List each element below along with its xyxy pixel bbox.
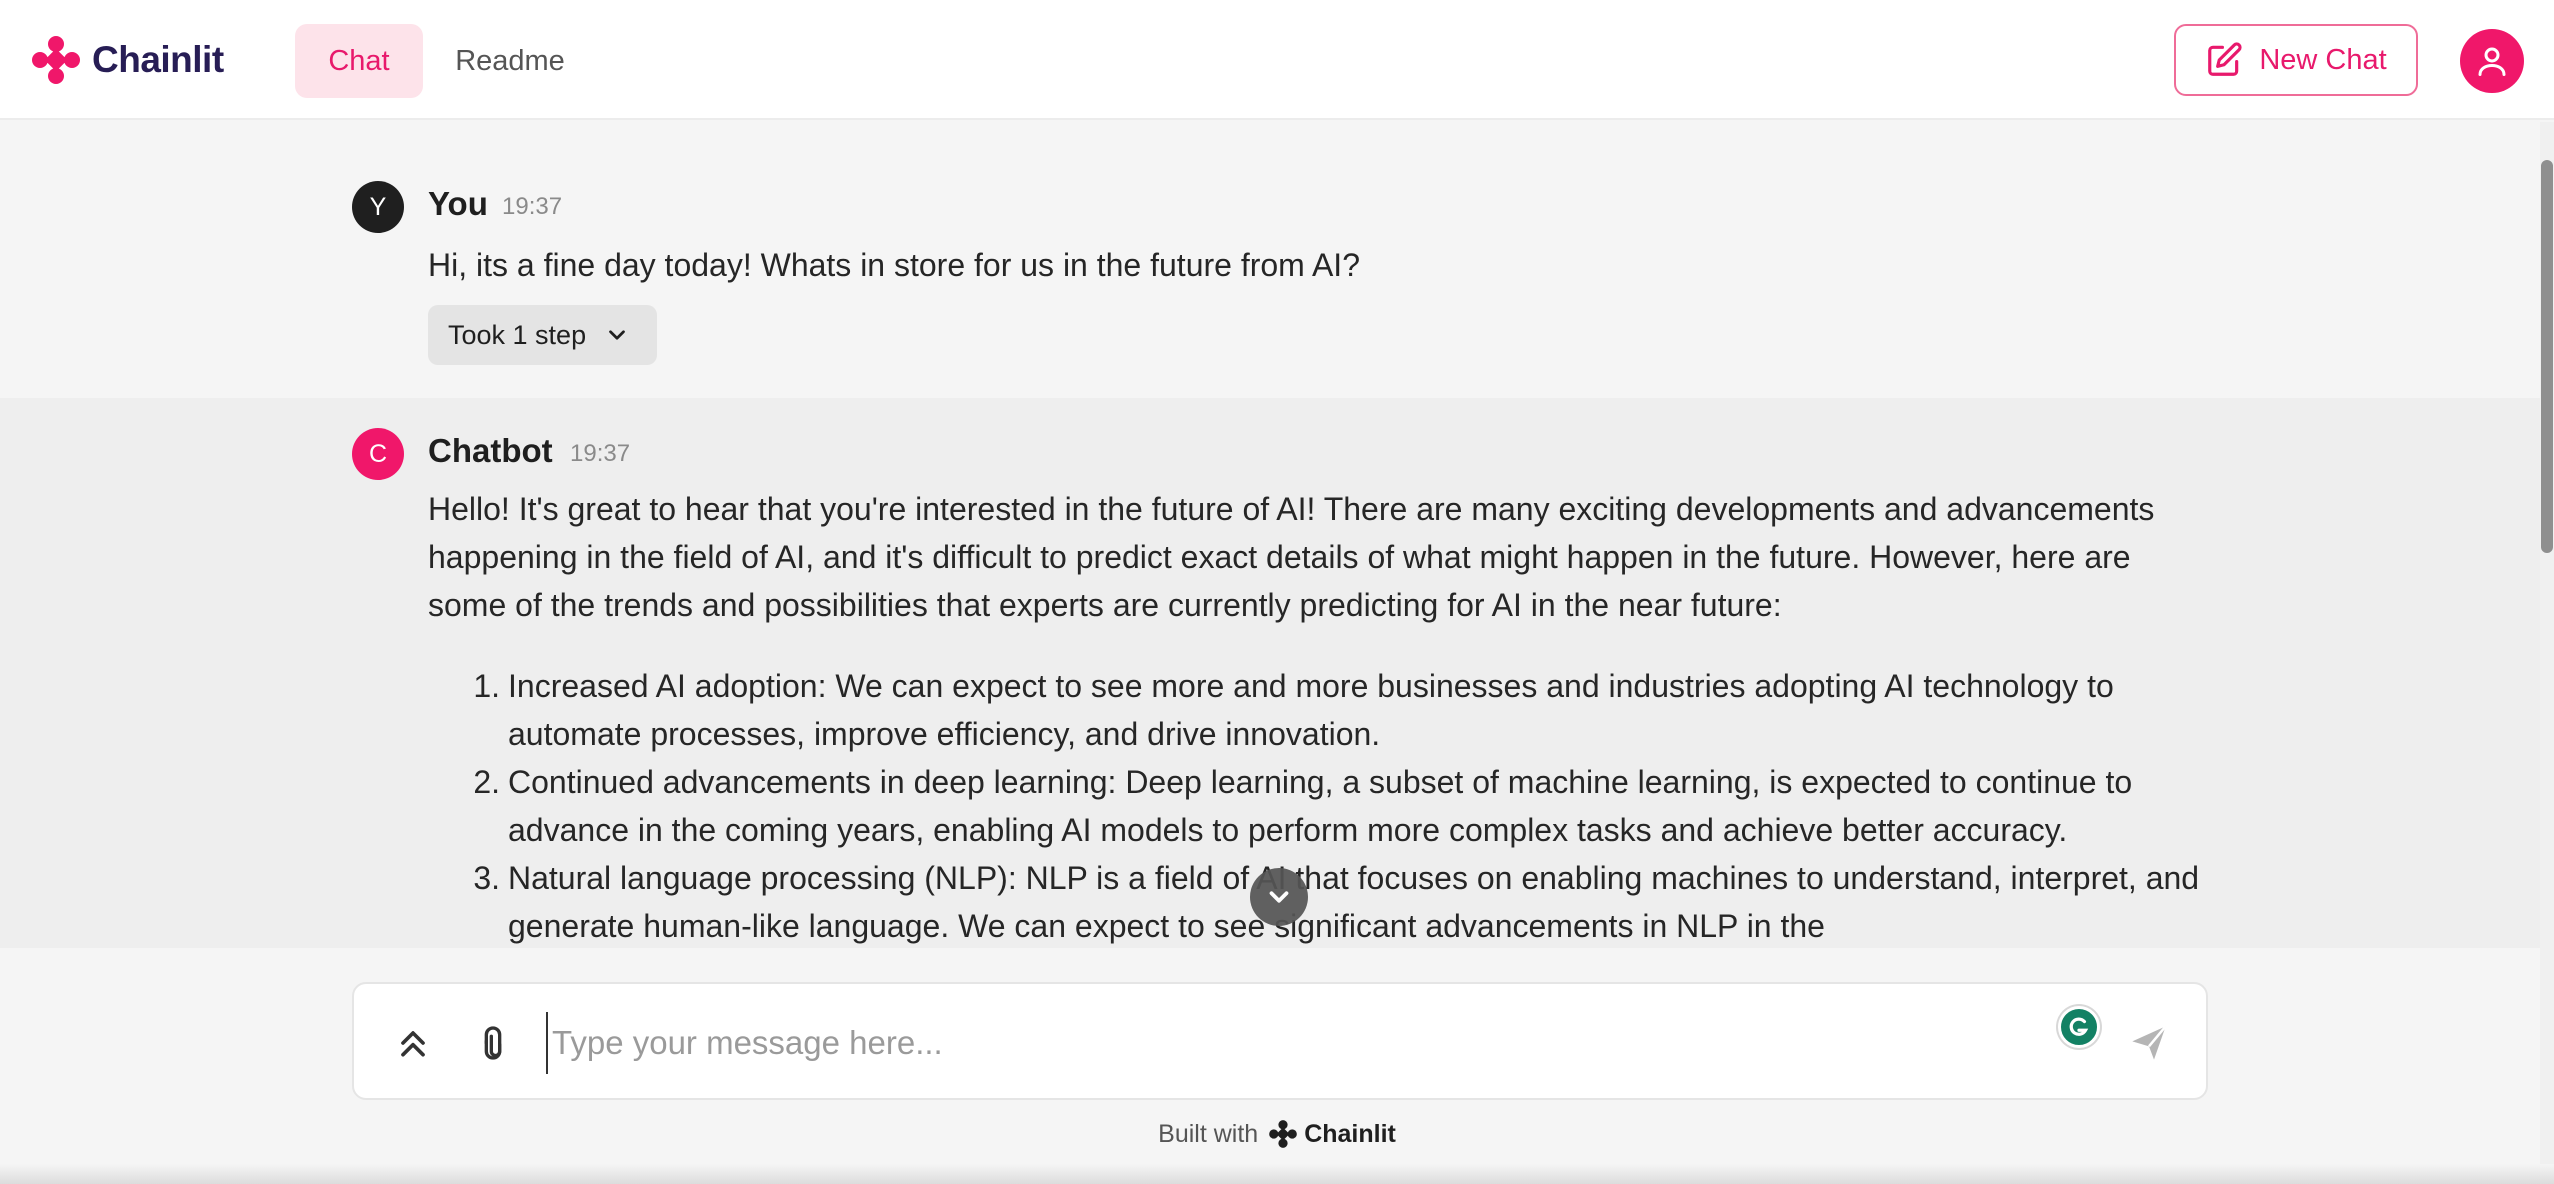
history-button[interactable]	[390, 1020, 436, 1066]
message-paragraph: Hello! It's great to hear that you're in…	[428, 491, 2155, 623]
send-icon	[2132, 1025, 2167, 1060]
message-input[interactable]	[546, 1012, 2026, 1074]
logo-text: Chainlit	[92, 39, 224, 80]
message-time: 19:37	[570, 440, 631, 467]
chevron-down-icon	[609, 330, 625, 340]
list-item: 2. Continued advancements in deep learni…	[428, 758, 2208, 854]
list-number: 1.	[473, 668, 500, 704]
user-avatar: Y	[352, 181, 404, 233]
scrollbar-thumb[interactable]	[2541, 160, 2553, 553]
tab-chat[interactable]: Chat	[295, 24, 423, 98]
new-chat-button[interactable]: New Chat	[2174, 24, 2418, 96]
paperclip-icon	[484, 1026, 502, 1060]
messages-area: Y You 19:37 Hi, its a fine day today! Wh…	[0, 122, 2540, 948]
chainlit-logo-icon	[32, 36, 80, 84]
message-author: You	[428, 185, 488, 222]
bottom-shade	[0, 1164, 2554, 1184]
message-list: 1. Increased AI adoption: We can expect …	[428, 662, 2208, 948]
double-chevron-up-icon	[401, 1031, 425, 1057]
app-logo[interactable]: Chainlit	[30, 34, 224, 86]
footer-brand-link[interactable]: Chainlit	[1268, 1119, 1396, 1149]
list-number: 2.	[473, 764, 500, 800]
attach-file-button[interactable]	[470, 1020, 516, 1066]
bot-avatar: C	[352, 428, 404, 480]
send-button[interactable]	[2126, 1020, 2172, 1066]
list-text: Increased AI adoption: We can expect to …	[508, 668, 2114, 752]
list-text: Natural language processing (NLP): NLP i…	[508, 860, 2200, 944]
message-composer	[352, 982, 2208, 1100]
message-time: 19:37	[502, 193, 563, 220]
footer: Built with Chainlit	[0, 1114, 2554, 1154]
new-chat-label: New Chat	[2259, 43, 2387, 76]
grammarly-button[interactable]	[2058, 1006, 2100, 1048]
scroll-to-bottom-button[interactable]	[1250, 868, 1308, 926]
message-author: Chatbot	[428, 432, 553, 469]
user-icon	[2478, 47, 2506, 76]
chainlit-logo-icon	[1269, 1120, 1298, 1148]
list-text: Continued advancements in deep learning:…	[508, 764, 2133, 848]
edit-icon	[2208, 42, 2242, 76]
list-number: 3.	[473, 860, 500, 896]
user-menu-button[interactable]	[2460, 29, 2524, 93]
message-text: Hi, its a fine day today! Whats in store…	[428, 247, 1360, 283]
tab-readme[interactable]: Readme	[440, 24, 580, 98]
app-header: Chainlit Chat Readme New Chat	[0, 0, 2554, 120]
grammarly-icon	[2069, 1017, 2089, 1036]
steps-label: Took 1 step	[448, 319, 587, 350]
chevron-down-icon	[1269, 891, 1289, 903]
footer-prefix: Built with	[1158, 1119, 1259, 1148]
footer-brand-text: Chainlit	[1304, 1119, 1396, 1148]
list-item: 1. Increased AI adoption: We can expect …	[428, 662, 2208, 758]
list-item: 3. Natural language processing (NLP): NL…	[428, 854, 2208, 948]
steps-toggle-button[interactable]: Took 1 step	[428, 305, 657, 365]
